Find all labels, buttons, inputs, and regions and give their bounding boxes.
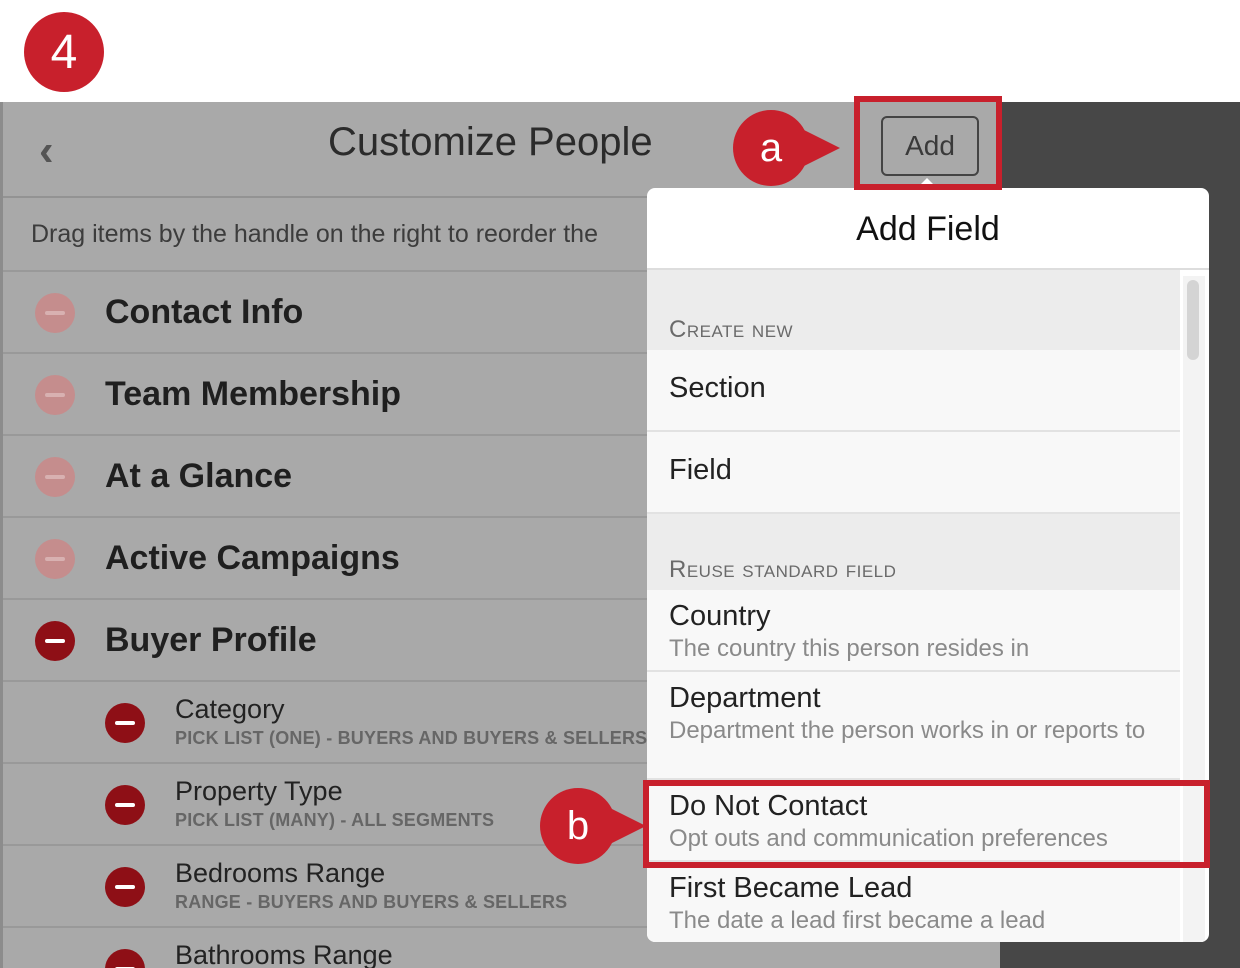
field-label: Category [175,694,285,724]
popover-header: Add Field [647,188,1209,270]
reuse-standard-header: Reuse standard field [647,514,1180,590]
page-title: Customize People [328,120,653,164]
remove-icon[interactable] [35,539,75,579]
callout-highlight-do-not-contact [643,780,1210,868]
callout-pointer-a [800,128,840,168]
remove-icon[interactable] [35,293,75,333]
remove-icon[interactable] [35,621,75,661]
field-label: Property Type [175,776,343,806]
item-description: The date a lead first became a lead [669,907,1046,934]
field-meta: RANGE - BUYERS AND BUYERS & SELLERS [175,892,568,912]
item-description: Department the person works in or report… [669,717,1146,744]
create-section-item[interactable]: Section [647,350,1180,432]
reuse-item-country[interactable]: Country The country this person resides … [647,590,1180,672]
section-label: Contact Info [105,293,304,331]
section-header-label: Reuse standard field [669,556,897,583]
remove-icon[interactable] [105,785,145,825]
create-field-item[interactable]: Field [647,432,1180,514]
callout-pointer-b [606,806,646,846]
item-name: Section [669,372,766,404]
item-name: Field [669,454,732,486]
section-label: Team Membership [105,375,402,413]
reuse-item-department[interactable]: Department Department the person works i… [647,672,1180,780]
popover-title: Add Field [856,210,1000,248]
callout-highlight-add-button [854,96,1002,190]
section-label: Active Campaigns [105,539,400,577]
create-new-header: Create new [647,270,1180,350]
remove-icon[interactable] [105,867,145,907]
reorder-hint: Drag items by the handle on the right to… [31,220,598,248]
callout-pin-b: b [540,788,616,864]
remove-icon[interactable] [35,375,75,415]
item-description: The country this person resides in [669,635,1030,662]
section-label: Buyer Profile [105,621,317,659]
remove-icon[interactable] [105,949,145,968]
step-number-badge: 4 [24,12,104,92]
remove-icon[interactable] [35,457,75,497]
field-meta: PICK LIST (ONE) - BUYERS AND BUYERS & SE… [175,728,648,748]
field-label: Bedrooms Range [175,858,386,888]
item-name: First Became Lead [669,872,913,904]
item-name: Department [669,682,821,714]
remove-icon[interactable] [105,703,145,743]
section-header-label: Create new [669,316,794,343]
panel-header: ‹ Customize People Add [3,102,1003,198]
field-label: Bathrooms Range [175,940,393,968]
field-meta: PICK LIST (MANY) - ALL SEGMENTS [175,810,495,830]
reuse-item-first-became-lead[interactable]: First Became Lead The date a lead first … [647,862,1180,942]
callout-pin-a: a [733,110,809,186]
back-chevron-icon[interactable]: ‹ [39,126,54,176]
item-name: Country [669,600,771,632]
section-label: At a Glance [105,457,293,495]
scrollbar-thumb[interactable] [1187,280,1199,360]
